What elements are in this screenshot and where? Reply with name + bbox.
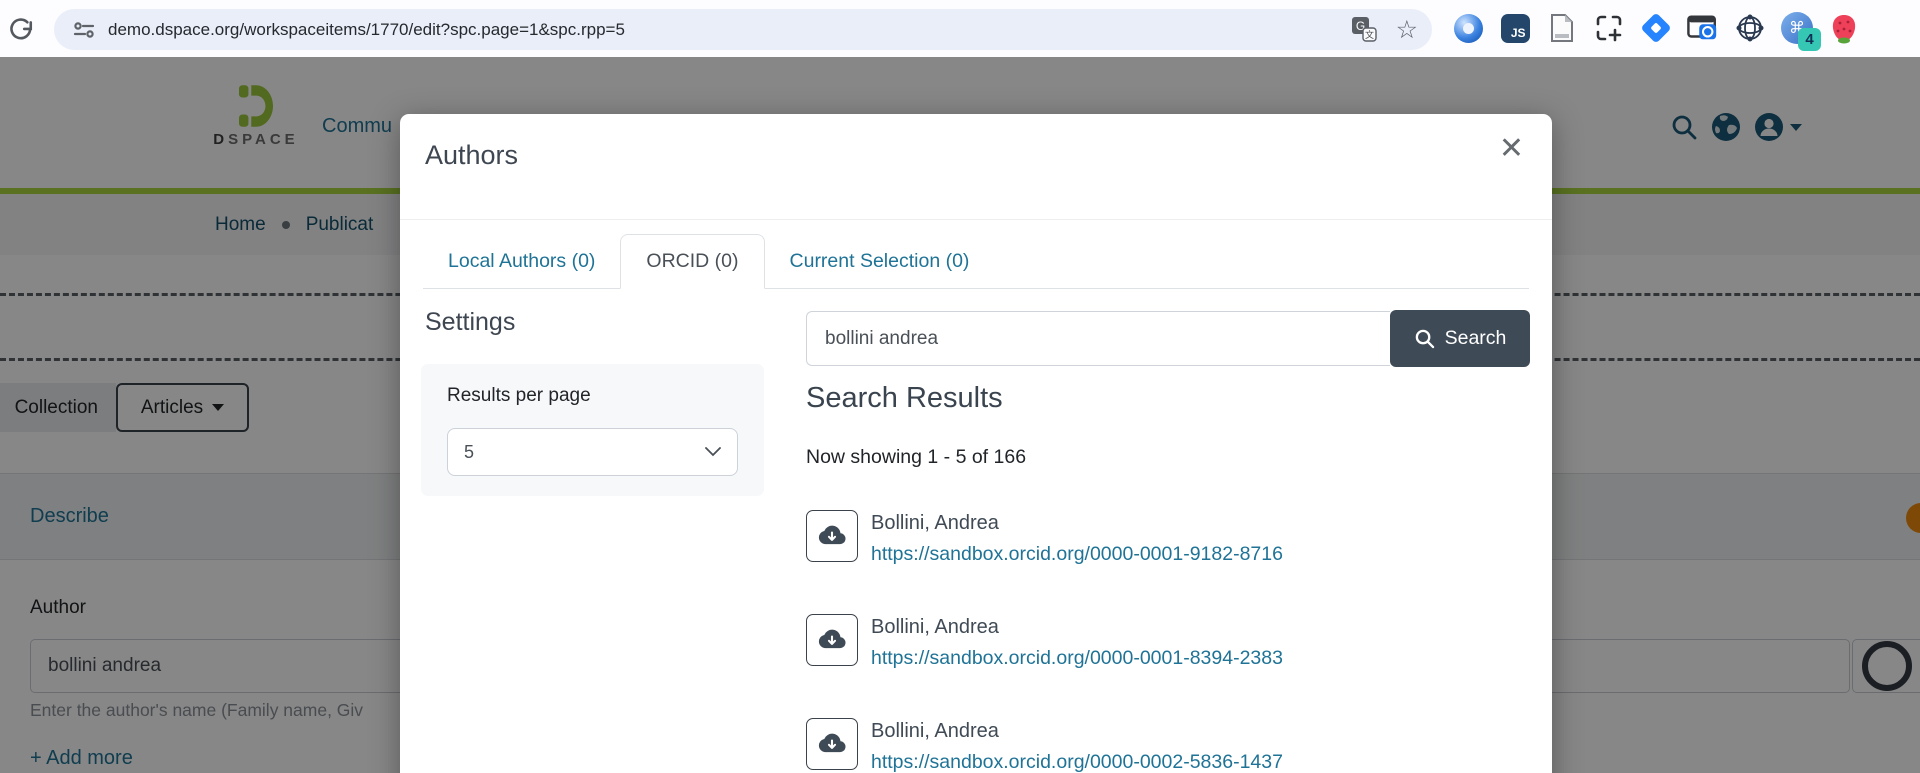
cloud-download-icon xyxy=(818,733,846,755)
js-extension-icon[interactable]: JS xyxy=(1499,12,1531,44)
document-extension-icon[interactable] xyxy=(1546,12,1578,44)
browser-toolbar: demo.dspace.org/workspaceitems/1770/edit… xyxy=(0,0,1920,57)
result-author-name: Bollini, Andrea xyxy=(871,512,1283,535)
result-row: Bollini, Andrea https://sandbox.orcid.or… xyxy=(806,510,1283,566)
import-author-button[interactable] xyxy=(806,614,858,666)
reload-icon[interactable] xyxy=(8,17,34,43)
tab-local-authors[interactable]: Local Authors (0) xyxy=(423,235,620,288)
screen: demo.dspace.org/workspaceitems/1770/edit… xyxy=(0,0,1920,773)
search-icon xyxy=(1414,328,1435,349)
extensions-row: JS xyxy=(1452,12,1860,44)
screenshot-camera-extension-icon[interactable] xyxy=(1687,12,1719,44)
result-author-name: Bollini, Andrea xyxy=(871,720,1283,743)
authors-modal: Authors ✕ Local Authors (0) ORCID (0) Cu… xyxy=(400,114,1552,773)
capture-crop-extension-icon[interactable] xyxy=(1593,12,1625,44)
site-settings-icon[interactable] xyxy=(72,18,96,42)
cloud-download-icon xyxy=(818,525,846,547)
modal-title: Authors xyxy=(425,140,518,171)
results-per-page-label: Results per page xyxy=(447,385,591,407)
modal-tabs: Local Authors (0) ORCID (0) Current Sele… xyxy=(423,232,1529,289)
chevron-down-icon xyxy=(705,447,721,457)
close-icon[interactable]: ✕ xyxy=(1499,134,1524,164)
import-author-button[interactable] xyxy=(806,510,858,562)
extension-badge: 4 xyxy=(1798,28,1821,51)
orcid-search-row: Search xyxy=(806,311,1530,366)
bookmark-star-icon[interactable]: ☆ xyxy=(1396,17,1418,43)
orcid-search-input[interactable] xyxy=(806,311,1390,366)
blue-ring-extension-icon[interactable] xyxy=(1452,12,1484,44)
settings-heading: Settings xyxy=(425,308,515,337)
address-bar[interactable]: demo.dspace.org/workspaceitems/1770/edit… xyxy=(54,9,1432,50)
jira-extension-icon[interactable] xyxy=(1640,12,1672,44)
results-per-page-select[interactable]: 5 xyxy=(447,428,738,476)
strawberry-extension-icon[interactable] xyxy=(1828,12,1860,44)
result-orcid-link[interactable]: https://sandbox.orcid.org/0000-0001-9182… xyxy=(871,543,1283,566)
result-author-name: Bollini, Andrea xyxy=(871,616,1283,639)
import-author-button[interactable] xyxy=(806,718,858,770)
search-results-heading: Search Results xyxy=(806,382,1003,415)
result-row: Bollini, Andrea https://sandbox.orcid.or… xyxy=(806,614,1283,670)
result-orcid-link[interactable]: https://sandbox.orcid.org/0000-0001-8394… xyxy=(871,647,1283,670)
tab-current-selection[interactable]: Current Selection (0) xyxy=(765,235,995,288)
cloud-download-icon xyxy=(818,629,846,651)
globe-network-extension-icon[interactable] xyxy=(1734,12,1766,44)
result-orcid-link[interactable]: https://sandbox.orcid.org/0000-0002-5836… xyxy=(871,751,1283,773)
command-sphere-extension-icon[interactable]: ⌘ 4 xyxy=(1781,12,1813,44)
url-text[interactable]: demo.dspace.org/workspaceitems/1770/edit… xyxy=(108,20,1333,40)
tab-orcid[interactable]: ORCID (0) xyxy=(620,234,764,289)
search-results-count: Now showing 1 - 5 of 166 xyxy=(806,446,1026,469)
orcid-search-button[interactable]: Search xyxy=(1390,310,1530,367)
translate-icon[interactable]: G 文 xyxy=(1351,16,1378,43)
result-row: Bollini, Andrea https://sandbox.orcid.or… xyxy=(806,718,1283,773)
modal-header-divider xyxy=(400,219,1552,220)
svg-text:文: 文 xyxy=(1365,29,1374,40)
settings-card: Results per page 5 xyxy=(421,364,764,496)
